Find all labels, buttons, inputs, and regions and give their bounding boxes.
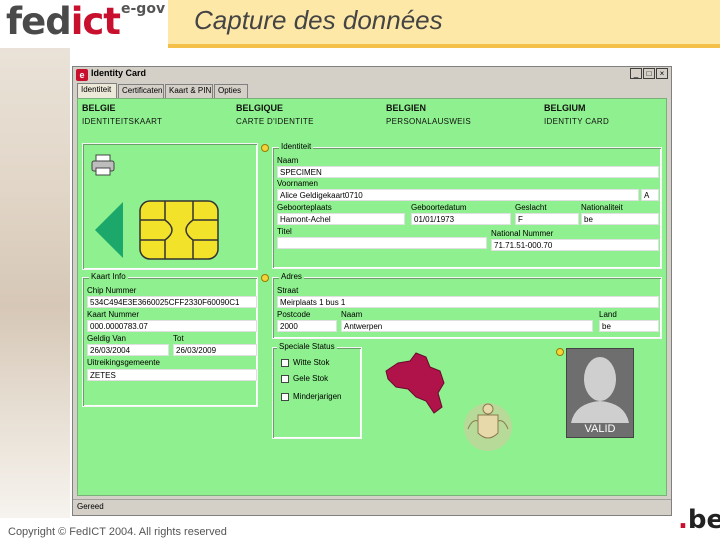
special-status-section: Speciale Status Witte Stok Gele Stok Min…	[272, 342, 362, 439]
coat-of-arms-icon	[464, 403, 512, 451]
card-header-country: BELGIE	[82, 103, 116, 113]
card-reader-box	[82, 143, 258, 270]
geboortedatum-field[interactable]: 01/01/1973	[411, 213, 511, 225]
tab-kaart-pin[interactable]: Kaart & PIN	[165, 84, 213, 98]
copyright-text: Copyright © FedICT 2004. All rights rese…	[8, 526, 227, 538]
address-section: Adres Straat Meirplaats 1 bus 1 Postcode…	[272, 272, 662, 339]
gele-stok-checkbox[interactable]	[281, 375, 289, 383]
photo-frame: VALID	[566, 348, 634, 438]
title-underline	[168, 44, 720, 48]
valid-from-field[interactable]: 26/03/2004	[87, 344, 169, 356]
card-info-section: Kaart Info Chip Nummer 534C494E3E3660025…	[82, 272, 258, 407]
tab-opties[interactable]: Opties	[214, 84, 248, 98]
window-titlebar[interactable]: e Identity Card _ □ ×	[73, 67, 671, 83]
geslacht-field[interactable]: F	[515, 213, 579, 225]
street-label: Straat	[277, 286, 299, 295]
close-button[interactable]: ×	[656, 68, 668, 79]
nationaliteit-label: Nationaliteit	[581, 203, 623, 212]
municipality-label: Naam	[341, 310, 363, 319]
card-info-legend: Kaart Info	[89, 272, 128, 281]
witte-stok-label: Witte Stok	[293, 358, 330, 367]
card-header-country: BELGIUM	[544, 103, 586, 113]
issuing-municipality-label: Uitreikingsgemeente	[87, 358, 160, 367]
card-header-country: BELGIEN	[386, 103, 427, 113]
postcode-field[interactable]: 2000	[277, 320, 337, 332]
initial-field[interactable]: A	[641, 189, 659, 201]
postcode-label: Postcode	[277, 310, 311, 319]
gele-stok-label: Gele Stok	[293, 374, 329, 383]
identity-legend: Identiteit	[279, 142, 314, 151]
street-field[interactable]: Meirplaats 1 bus 1	[277, 296, 659, 308]
tab-certificaten[interactable]: Certificaten	[118, 84, 164, 98]
country-label: Land	[599, 310, 617, 319]
slide-title: Capture des données	[194, 5, 443, 35]
valid-to-label: Tot	[173, 334, 184, 343]
nationaliteit-field[interactable]: be	[581, 213, 659, 225]
fedict-wordmark: fedict	[6, 0, 121, 43]
address-status-dot	[261, 274, 269, 282]
egov-label: e-gov	[121, 1, 166, 17]
naam-label: Naam	[277, 156, 299, 165]
printer-icon[interactable]	[91, 154, 115, 176]
card-header-doc: IDENTITY CARD	[544, 117, 610, 126]
status-bar: Gereed	[73, 499, 671, 513]
geboorteplaats-label: Geboorteplaats	[277, 203, 332, 212]
silhouette-icon	[571, 357, 629, 423]
slide: fedict e-gov Capture des données e Ident…	[0, 0, 720, 540]
minderjarigen-checkbox[interactable]	[281, 393, 289, 401]
identity-status-dot	[261, 144, 269, 152]
photo-status-dot	[556, 348, 564, 356]
card-header-doc: CARTE D'IDENTITE	[236, 117, 314, 126]
rijksregister-field[interactable]: 71.71.51-000.70	[491, 239, 659, 251]
card-header-doc: PERSONALAUSWEIS	[386, 117, 471, 126]
arrow-left-icon	[95, 202, 123, 258]
rijksregister-label: National Nummer	[491, 229, 554, 238]
chip-number-field[interactable]: 534C494E3E3660025CFF2330F60090C1	[87, 296, 257, 308]
valid-to-field[interactable]: 26/03/2009	[173, 344, 257, 356]
identity-panel: BELGIE IDENTITEITSKAART BELGIQUE CARTE D…	[77, 98, 667, 496]
title-band: Capture des données	[168, 0, 720, 44]
titel-field[interactable]	[277, 237, 487, 249]
naam-field[interactable]: SPECIMEN	[277, 166, 659, 178]
brand-left-text: fed	[6, 0, 72, 43]
witte-stok-checkbox[interactable]	[281, 359, 289, 367]
minimize-button[interactable]: _	[630, 68, 642, 79]
issuing-municipality-field[interactable]: ZETES	[87, 369, 257, 381]
belgium-map-icon	[385, 352, 445, 414]
card-number-label: Kaart Nummer	[87, 310, 140, 319]
identity-card-window: e Identity Card _ □ × Identiteit Certifi…	[72, 66, 672, 516]
eid-app-icon: e	[76, 69, 88, 81]
photo-valid-label: VALID	[584, 423, 616, 435]
smartcard-chip-icon	[139, 200, 219, 260]
brand-right-text: ict	[70, 0, 121, 43]
titel-label: Titel	[277, 227, 292, 236]
voornamen-field[interactable]: Alice Geldigekaart0710	[277, 189, 639, 201]
background-photo-strip	[0, 48, 70, 518]
tab-identiteit[interactable]: Identiteit	[77, 83, 117, 98]
fedict-logo: fedict e-gov	[0, 0, 168, 44]
voornamen-label: Voornamen	[277, 179, 318, 188]
geboorteplaats-field[interactable]: Hamont-Achel	[277, 213, 405, 225]
special-status-legend: Speciale Status	[277, 342, 337, 351]
card-number-field[interactable]: 000.0000783.07	[87, 320, 257, 332]
geslacht-label: Geslacht	[515, 203, 547, 212]
identity-section: Identiteit Naam SPECIMEN Voornamen Alice…	[272, 142, 662, 269]
maximize-button[interactable]: □	[643, 68, 655, 79]
geboortedatum-label: Geboortedatum	[411, 203, 467, 212]
chip-number-label: Chip Nummer	[87, 286, 137, 295]
minderjarigen-label: Minderjarigen	[293, 392, 342, 401]
be-logo: .be	[678, 505, 720, 535]
address-legend: Adres	[279, 272, 304, 281]
card-header-country: BELGIQUE	[236, 103, 284, 113]
country-field[interactable]: be	[599, 320, 659, 332]
municipality-field[interactable]: Antwerpen	[341, 320, 593, 332]
window-title: Identity Card	[91, 68, 147, 78]
valid-from-label: Geldig Van	[87, 334, 126, 343]
card-header-doc: IDENTITEITSKAART	[82, 117, 163, 126]
